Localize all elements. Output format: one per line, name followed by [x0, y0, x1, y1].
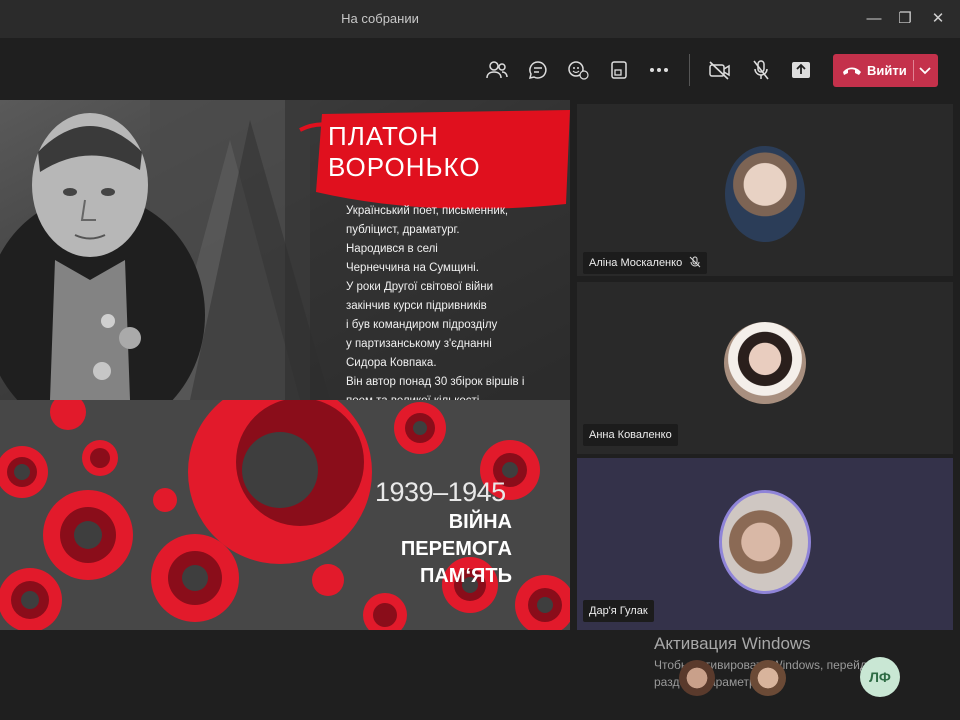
share-tray-icon[interactable]	[605, 56, 633, 84]
bio-line: Чернеччина на Сумщині.	[346, 262, 479, 274]
bio-line: публіцист, драматург.	[346, 224, 460, 236]
close-icon[interactable]: ✕	[926, 8, 950, 30]
slogan-memory: ПАМ‘ЯТЬ	[419, 565, 512, 587]
war-years-title: 1939–1945	[375, 477, 506, 507]
participant-tile[interactable]: Анна Коваленко	[577, 282, 953, 454]
overflow-avatar[interactable]	[679, 660, 715, 696]
bio-line: Народився в селі	[346, 243, 438, 255]
chat-icon[interactable]	[524, 56, 552, 84]
bio-line: і був командиром підрозділу	[346, 319, 498, 331]
toolbar-separator	[689, 54, 690, 86]
participant-tile-speaking[interactable]: Дар'я Гулак	[577, 458, 953, 630]
overflow-avatar[interactable]	[750, 660, 786, 696]
windows-activation-title: Активация Windows	[654, 634, 811, 653]
leave-button[interactable]: Вийти	[833, 54, 938, 87]
window-title: На собрании	[341, 11, 419, 26]
camera-off-icon[interactable]	[706, 56, 734, 84]
more-icon[interactable]	[645, 56, 673, 84]
reactions-icon[interactable]	[564, 56, 592, 84]
bio-line: Український поет, письменник,	[346, 205, 509, 217]
bio-line: у партизанському з'єднанні	[346, 338, 492, 350]
slide-bottom-poster: 1939–1945 ВІЙНА ПЕРЕМОГА ПАМ‘ЯТЬ	[0, 400, 570, 630]
bio-line: поем та великої кількості	[346, 392, 561, 400]
bio-line: У роки Другої світової війни	[346, 281, 494, 293]
participant-nametag: Дар'я Гулак	[583, 600, 654, 622]
bio-line: закінчив курси підривників	[346, 300, 487, 312]
shared-content-stage: ПЛАТОН ВОРОНЬКО Український поет, письме…	[0, 100, 570, 630]
participant-name: Аліна Москаленко	[589, 257, 683, 269]
leave-divider	[913, 60, 914, 81]
slogan-war: ВІЙНА	[448, 511, 512, 533]
participant-nametag: Аліна Москаленко	[583, 252, 708, 274]
poster-name-line1: ПЛАТОН	[328, 121, 439, 151]
participant-name: Анна Коваленко	[589, 429, 672, 441]
restore-icon[interactable]: ❐	[893, 8, 917, 30]
title-bar: На собрании — ❐ ✕	[0, 0, 960, 38]
biography-text: Український поет, письменник, публіцист,…	[346, 202, 561, 400]
participant-nametag: Анна Коваленко	[583, 424, 678, 446]
hang-up-icon	[843, 67, 861, 75]
avatar	[724, 322, 806, 404]
overflow-initials-avatar[interactable]: ЛФ	[860, 657, 900, 697]
participant-tile[interactable]: Аліна Москаленко	[577, 104, 953, 276]
meeting-toolbar: Вийти	[0, 38, 960, 100]
slide-top-poster: ПЛАТОН ВОРОНЬКО Український поет, письме…	[0, 100, 570, 400]
poster-name-line2: ВОРОНЬКО	[328, 152, 481, 182]
share-screen-icon[interactable]	[787, 56, 815, 84]
bio-line: Сидора Ковпака.	[346, 357, 437, 369]
mic-muted-icon	[689, 256, 701, 268]
mic-off-icon[interactable]	[747, 56, 775, 84]
slogan-victory: ПЕРЕМОГА	[400, 538, 512, 560]
bio-line: Він автор понад 30 збірок віршів і	[346, 376, 525, 388]
avatar	[725, 146, 805, 242]
chevron-down-icon[interactable]	[918, 61, 932, 79]
participant-name: Дар'я Гулак	[589, 605, 648, 617]
minimize-icon[interactable]: —	[862, 8, 886, 30]
participants-gallery: Аліна Москаленко Анна Коваленко Дар'я Гу…	[577, 100, 953, 630]
participants-icon[interactable]	[483, 56, 511, 84]
leave-label: Вийти	[867, 63, 907, 78]
avatar	[719, 490, 811, 594]
